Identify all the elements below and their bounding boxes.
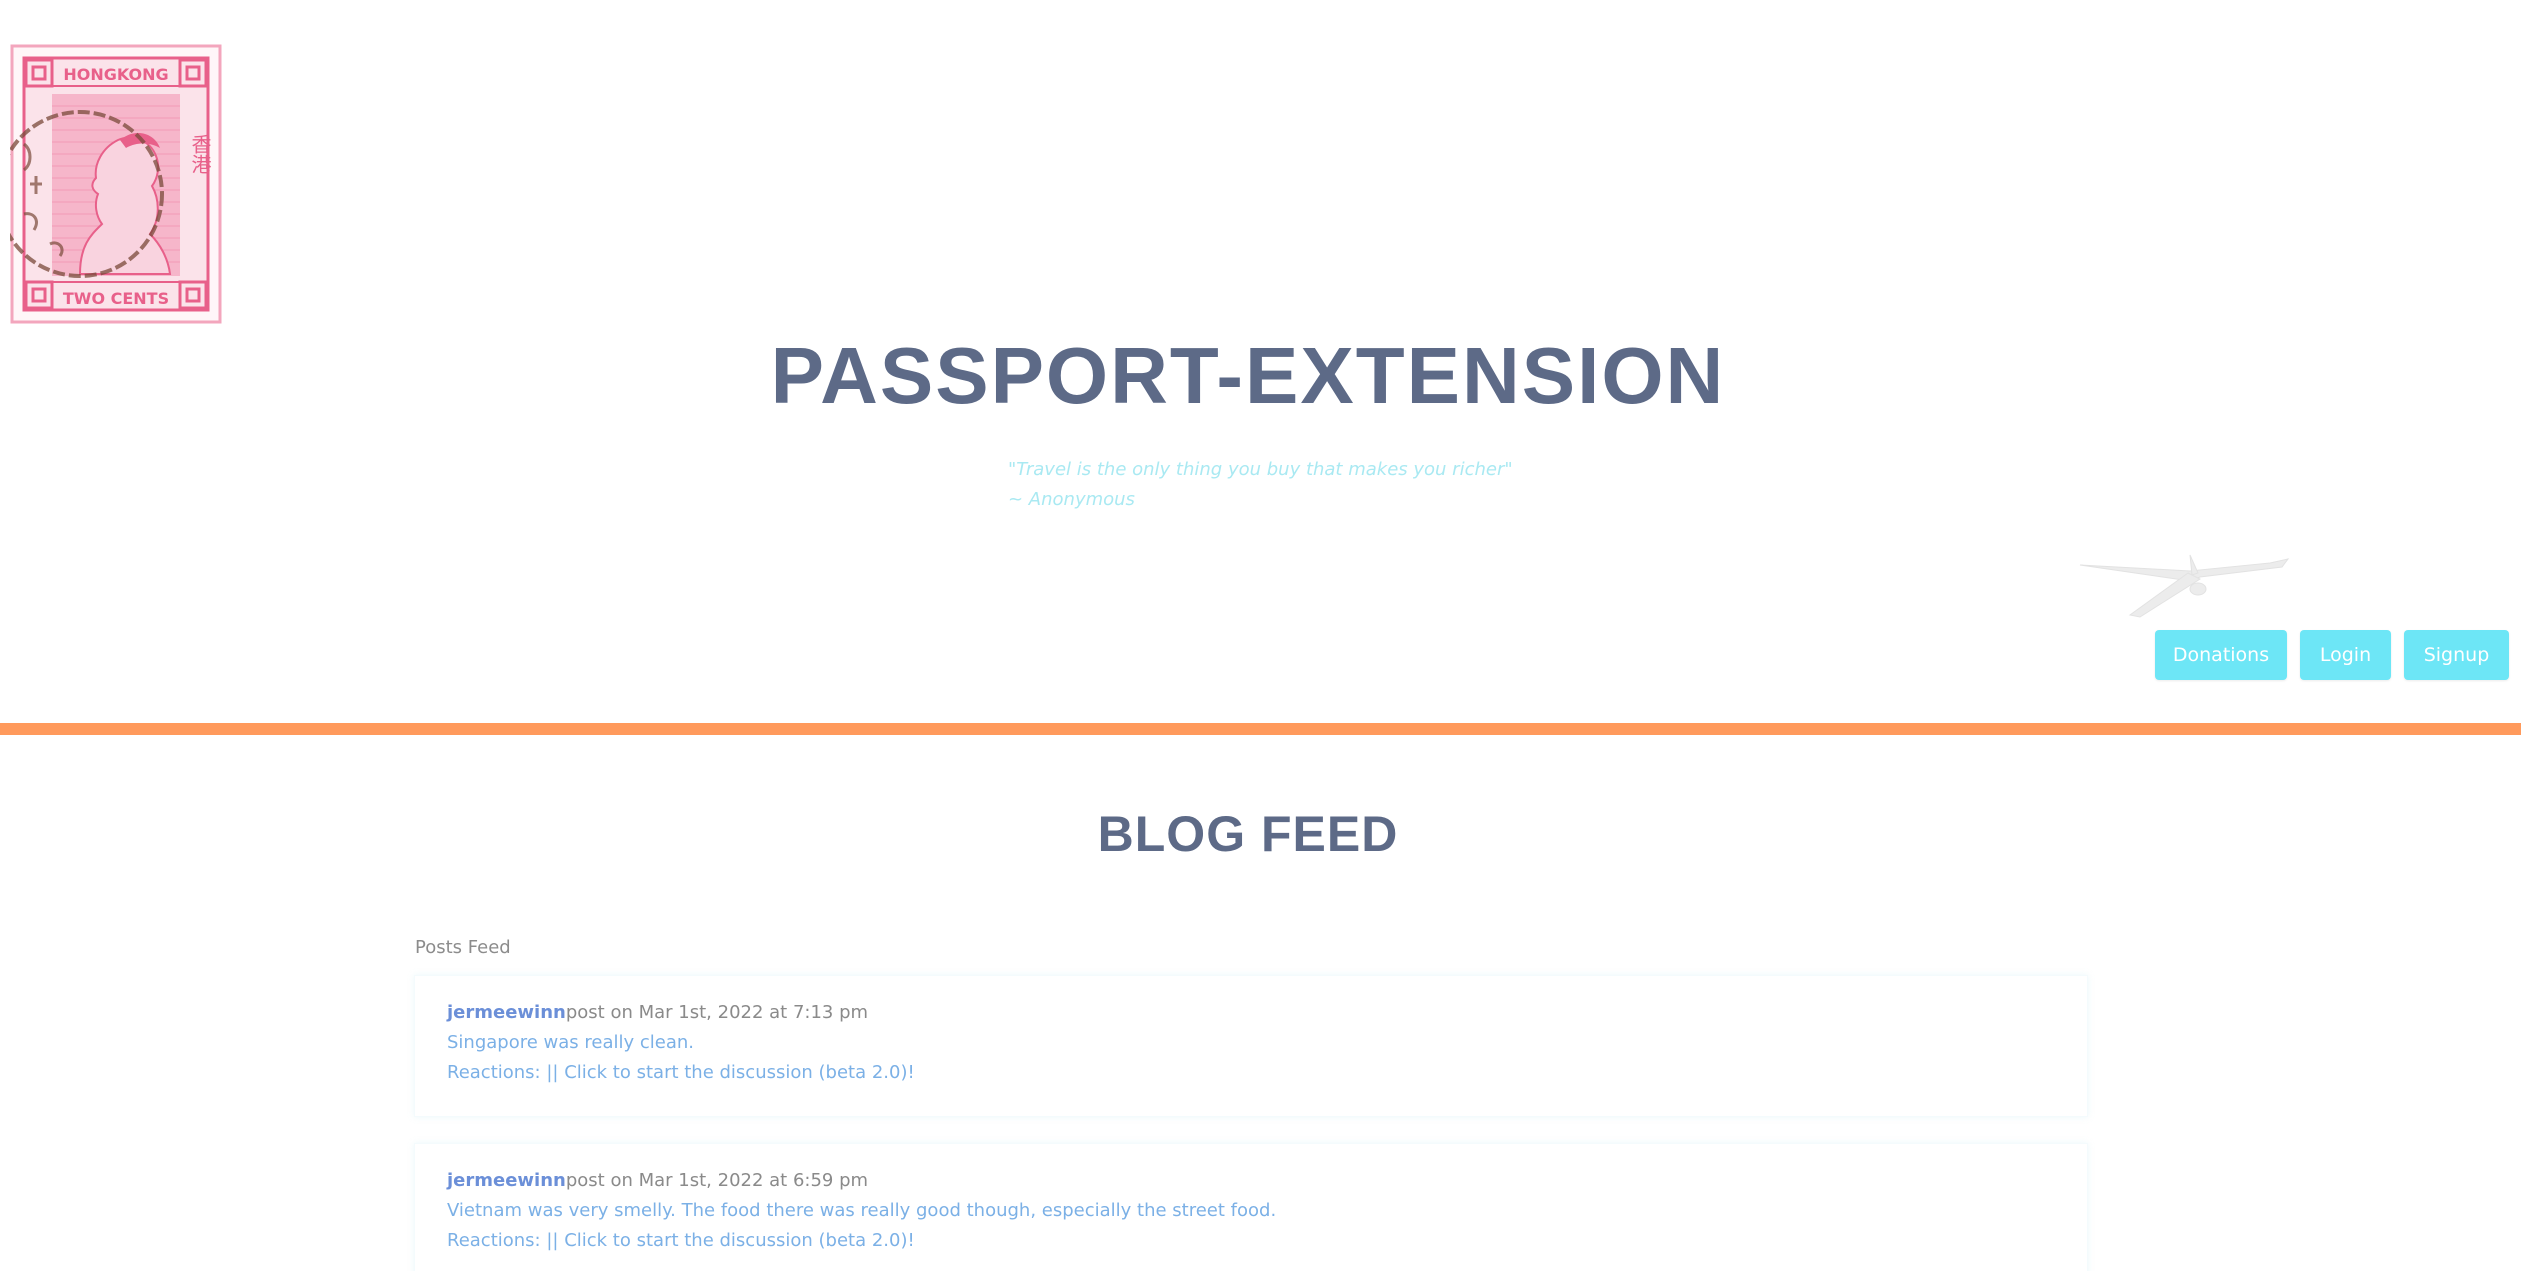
- airplane-icon: [2079, 554, 2290, 618]
- post-meta: post on Mar 1st, 2022 at 7:13 pm: [565, 1002, 869, 1023]
- post-reactions-link[interactable]: Reactions: || Click to start the discuss…: [447, 1058, 915, 1088]
- donations-button[interactable]: Donations: [2155, 630, 2287, 680]
- quote-author: ~ Anonymous: [1008, 489, 1135, 510]
- post-card: jermeewinnpost on Mar 1st, 2022 at 7:13 …: [414, 975, 2088, 1117]
- blog-feed-title: BLOG FEED: [1097, 806, 1399, 862]
- page: HONGKONG TWO CENTS 香港 PASSPORT-EXTENSION…: [0, 0, 2521, 1271]
- post-author[interactable]: jermeewinn: [447, 1002, 566, 1023]
- quote-text: "Travel is the only thing you buy that m…: [1008, 459, 1513, 480]
- accent-divider: [0, 723, 2521, 735]
- header: HONGKONG TWO CENTS 香港 PASSPORT-EXTENSION…: [0, 0, 2521, 722]
- login-button[interactable]: Login: [2300, 630, 2391, 680]
- post-meta: post on Mar 1st, 2022 at 6:59 pm: [565, 1170, 869, 1191]
- post-reactions-link[interactable]: Reactions: || Click to start the discuss…: [447, 1226, 1276, 1256]
- travel-quote: "Travel is the only thing you buy that m…: [1008, 455, 1513, 515]
- stamp-top-text: HONGKONG: [63, 65, 168, 84]
- post-author[interactable]: jermeewinn: [447, 1170, 566, 1191]
- post-body[interactable]: Vietnam was very smelly. The food there …: [447, 1196, 1276, 1226]
- post-card: jermeewinnpost on Mar 1st, 2022 at 6:59 …: [414, 1143, 2088, 1271]
- hongkong-stamp-logo: HONGKONG TWO CENTS 香港: [10, 44, 222, 324]
- site-title: PASSPORT-EXTENSION: [770, 331, 1726, 420]
- post-header: jermeewinnpost on Mar 1st, 2022 at 7:13 …: [447, 998, 915, 1028]
- stamp-side-text: 香港: [188, 134, 212, 174]
- stamp-bottom-text: TWO CENTS: [63, 289, 169, 308]
- post-header: jermeewinnpost on Mar 1st, 2022 at 6:59 …: [447, 1166, 1276, 1196]
- signup-button[interactable]: Signup: [2404, 630, 2509, 680]
- post-body[interactable]: Singapore was really clean.: [447, 1028, 915, 1058]
- posts-feed-label: Posts Feed: [415, 937, 511, 958]
